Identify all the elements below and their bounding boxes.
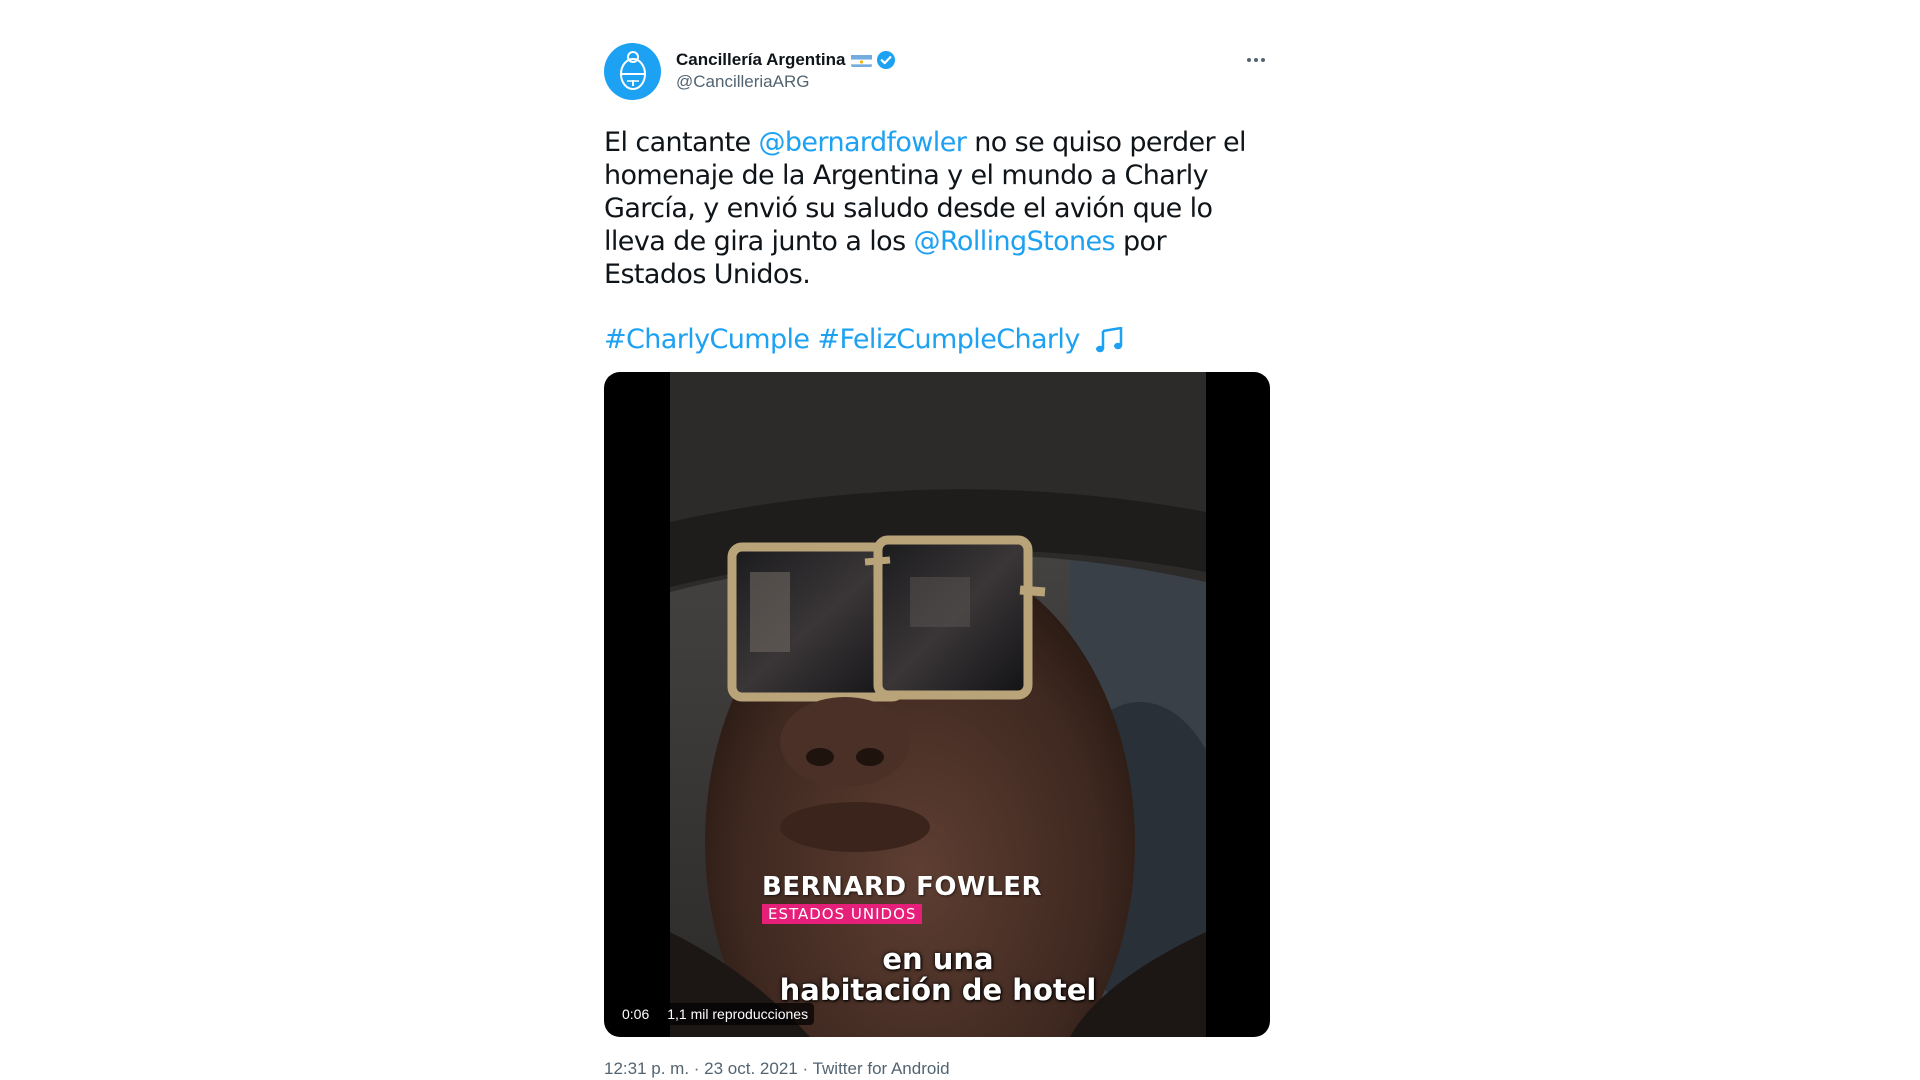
tweet-text-part: El cantante	[604, 127, 759, 158]
video-lower-third: BERNARD FOWLER ESTADOS UNIDOS	[762, 872, 1042, 924]
video-frame[interactable]: BERNARD FOWLER ESTADOS UNIDOS en una hab…	[670, 372, 1206, 1037]
subtitle-line: habitación de hotel	[779, 973, 1097, 1007]
lower-third-first-name: BERNARD	[762, 872, 907, 902]
tweet-metadata: 12:31 p. m. · 23 oct. 2021 · Twitter for…	[604, 1059, 1270, 1079]
more-options-icon[interactable]	[1242, 46, 1270, 74]
meta-separator: ·	[689, 1059, 705, 1078]
verified-badge-icon	[877, 51, 896, 69]
account-handle[interactable]: @CancilleriaARG	[676, 71, 896, 93]
argentina-flag-icon	[851, 53, 873, 67]
mention-link[interactable]: @RollingStones	[914, 226, 1116, 257]
tweet-card: Cancillería Argentina @CancilleriaARG El…	[604, 40, 1270, 1079]
subtitle-line: en una	[882, 942, 994, 976]
lower-third-name: BERNARD FOWLER	[762, 872, 1042, 902]
tweet-header: Cancillería Argentina @CancilleriaARG	[604, 40, 1270, 102]
account-names: Cancillería Argentina @CancilleriaARG	[676, 49, 896, 93]
hashtag-link[interactable]: #FelizCumpleCharly	[817, 324, 1080, 355]
lower-third-last-name: FOWLER	[916, 872, 1043, 902]
tweet-time-link[interactable]: 12:31 p. m.	[604, 1059, 689, 1078]
display-name[interactable]: Cancillería Argentina	[676, 49, 845, 71]
display-name-row: Cancillería Argentina	[676, 49, 896, 71]
argentina-coat-of-arms-icon	[619, 51, 646, 90]
tweet-date-link[interactable]: 23 oct. 2021	[704, 1059, 798, 1078]
avatar[interactable]	[604, 42, 661, 100]
mention-link[interactable]: @bernardfowler	[758, 127, 966, 158]
hashtag-line: #CharlyCumple #FelizCumpleCharly	[604, 323, 1270, 356]
video-overlay: 0:06 1,1 mil reproducciones	[616, 1003, 815, 1025]
meta-separator: ·	[797, 1059, 813, 1078]
video-subtitle: en una habitación de hotel	[670, 944, 1206, 1006]
video-still-image	[670, 372, 1206, 1037]
video-player[interactable]: BERNARD FOWLER ESTADOS UNIDOS en una hab…	[604, 372, 1270, 1037]
musical-notes-icon	[1095, 326, 1122, 352]
video-view-count: 1,1 mil reproducciones	[661, 1003, 815, 1025]
tweet-text: El cantante @bernardfowler no se quiso p…	[604, 126, 1270, 291]
lower-third-country: ESTADOS UNIDOS	[762, 904, 923, 924]
video-elapsed-time: 0:06	[616, 1003, 656, 1025]
tweet-source-link[interactable]: Twitter for Android	[813, 1059, 950, 1078]
hashtag-link[interactable]: #CharlyCumple	[604, 324, 810, 355]
